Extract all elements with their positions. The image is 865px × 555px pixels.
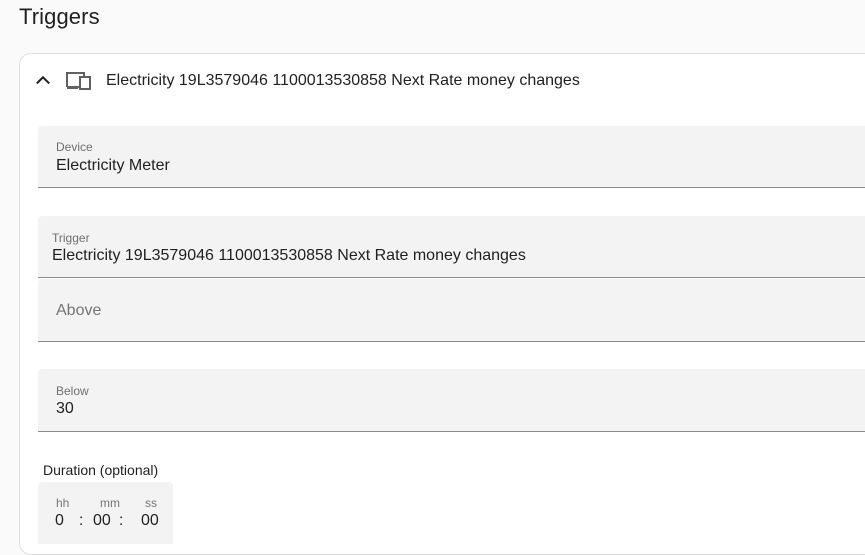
device-field-value: Electricity Meter	[56, 157, 170, 174]
duration-label: Duration (optional)	[43, 462, 159, 478]
above-field-placeholder: Above	[56, 302, 102, 319]
trigger-card-header[interactable]: Electricity 19L3579046 1100013530858 Nex…	[20, 54, 865, 108]
duration-separator: :	[79, 512, 84, 529]
duration-minutes-input[interactable]: 00	[93, 512, 111, 530]
devices-icon	[66, 70, 92, 92]
device-field[interactable]: Device Electricity Meter	[38, 126, 865, 188]
duration-minutes-label: mm	[100, 496, 120, 510]
duration-separator: :	[119, 512, 124, 529]
below-field-value: 30	[56, 400, 74, 417]
trigger-field-label: Trigger	[52, 231, 90, 245]
page-title: Triggers	[19, 4, 100, 29]
duration-input: hh mm ss 0 : 00 : 00	[38, 482, 173, 544]
trigger-field-value: Electricity 19L3579046 1100013530858 Nex…	[52, 247, 526, 264]
chevron-up-icon[interactable]	[32, 69, 54, 91]
duration-seconds-input[interactable]: 00	[141, 512, 159, 530]
trigger-field[interactable]: Trigger Electricity 19L3579046 110001353…	[38, 216, 865, 278]
duration-hours-input[interactable]: 0	[55, 512, 64, 530]
below-field[interactable]: Below 30	[38, 369, 865, 432]
below-field-label: Below	[56, 384, 89, 398]
device-field-label: Device	[56, 140, 93, 154]
trigger-card-title: Electricity 19L3579046 1100013530858 Nex…	[106, 72, 580, 89]
duration-seconds-label: ss	[145, 496, 157, 510]
duration-hours-label: hh	[56, 496, 70, 510]
above-field[interactable]: Above	[38, 279, 865, 342]
